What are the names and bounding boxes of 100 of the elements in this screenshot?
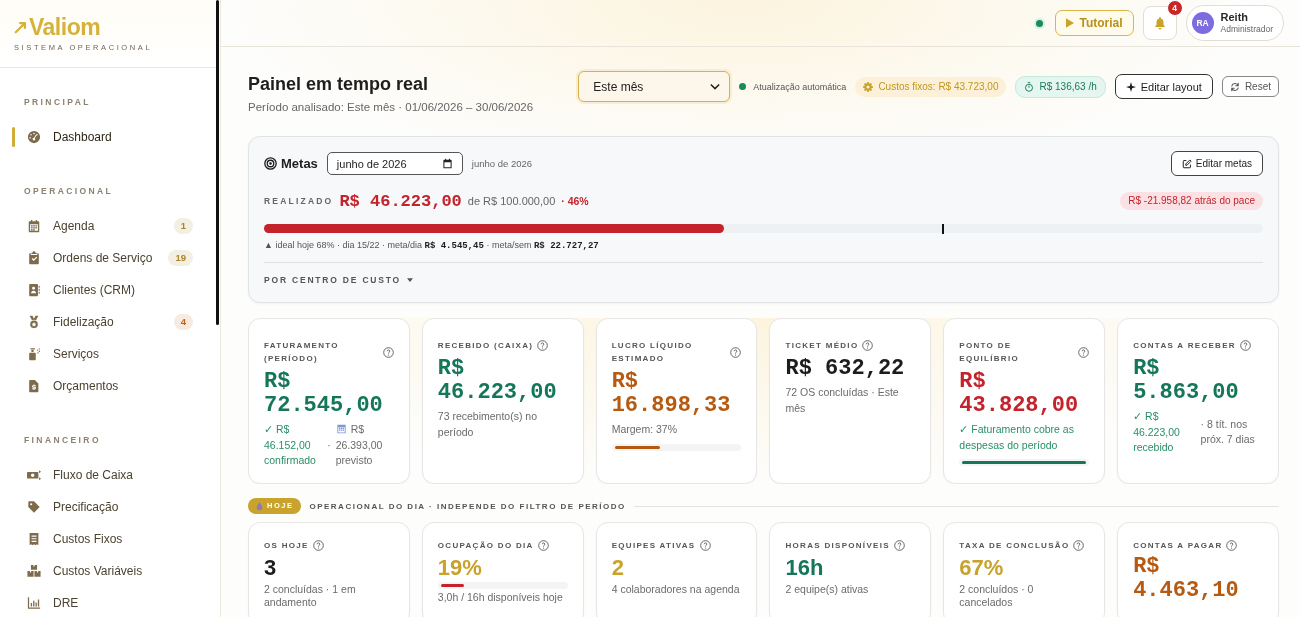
- receipt-icon: [27, 532, 41, 546]
- kpi-value: 19%: [437, 554, 483, 581]
- bell-icon: [1152, 16, 1167, 30]
- nav-item[interactable]: Custos Variáveis: [0, 555, 216, 587]
- kpi-value: R$ 43.828,00: [959, 370, 1080, 418]
- reset-button[interactable]: Reset: [1221, 76, 1279, 97]
- help-icon[interactable]: [312, 540, 324, 551]
- kpi-note: ✓ R$ 46.152,00 confirmado: [264, 422, 317, 468]
- tag-icon: [27, 500, 41, 514]
- nav-section-title: PRINCIPAL: [23, 96, 92, 109]
- calendar-icon: [27, 219, 41, 233]
- dollar-file-icon: [27, 379, 41, 393]
- kpi-label: CONTAS A PAGAR: [1133, 539, 1223, 552]
- scrollbar-thumb[interactable]: [216, 0, 219, 325]
- separator-dot: ·: [327, 437, 331, 453]
- help-icon[interactable]: [862, 340, 874, 351]
- kpi-label: TAXA DE CONCLUSÃO: [959, 539, 1070, 552]
- kpi-note: 2 concluídos · 0 cancelados: [959, 582, 1035, 610]
- count-badge: 19: [168, 250, 193, 266]
- help-icon[interactable]: [730, 346, 742, 358]
- medal-icon: [27, 315, 41, 329]
- kpi-note: 73 recebimento(s) no período: [437, 409, 539, 440]
- kpi-note: 2 equipe(s) ativas: [785, 582, 870, 596]
- avatar: RA: [1191, 12, 1214, 34]
- kpi-label: PONTO DE EQUILÍBRIO: [959, 340, 1020, 365]
- kpi-value: 3: [264, 554, 278, 581]
- boxes-icon: [27, 564, 41, 578]
- gear-icon: [863, 81, 874, 92]
- target-icon: [264, 157, 277, 170]
- page-subtitle: Período analisado: Este mês · 01/06/2026 – 30/06/2026: [248, 100, 534, 115]
- fixed-costs-text: Custos fixos: R$ 43.723,00: [878, 81, 999, 92]
- month-input[interactable]: junho de 2026: [326, 152, 463, 175]
- help-icon[interactable]: [537, 540, 549, 551]
- user-menu-button[interactable]: RA Reith Administrador: [1185, 5, 1284, 41]
- kpi-value: 16h: [785, 554, 825, 581]
- user-name: Reith: [1220, 11, 1249, 23]
- refresh-icon: [1229, 81, 1240, 92]
- nav-item[interactable]: Agenda 1: [0, 210, 216, 242]
- nav-item[interactable]: Clientes (CRM): [0, 274, 216, 306]
- logo-arrow-icon: [14, 20, 28, 34]
- hourly-rate-text: R$ 136,63 /h: [1039, 81, 1097, 92]
- kpi-note: Margem: 37%: [611, 422, 678, 437]
- goal-note: ▲ ideal hoje 68% · dia 15/22 · meta/dia R$ 4.545,45 · meta/sem R$ 22.727,27: [264, 239, 600, 252]
- help-icon[interactable]: [1239, 340, 1251, 351]
- help-icon[interactable]: [1073, 540, 1085, 551]
- notification-count-badge: 4: [1166, 0, 1183, 16]
- contact-card-icon: [27, 283, 41, 297]
- goal-percent: · 46%: [561, 195, 589, 207]
- kpi-note: · 8 tít. nos próx. 7 dias: [1200, 416, 1256, 448]
- auto-update-label: Atualização automática: [753, 81, 847, 92]
- help-icon[interactable]: [699, 540, 711, 551]
- nav-item[interactable]: Precificação: [0, 491, 216, 523]
- realized-label: REALIZADO: [264, 196, 334, 206]
- page-title: Painel em tempo real: [248, 73, 430, 96]
- help-icon[interactable]: [893, 540, 905, 551]
- nav-item[interactable]: Orçamentos: [0, 370, 216, 402]
- kpi-value: R$ 5.863,00: [1133, 357, 1240, 405]
- help-icon[interactable]: [537, 340, 549, 351]
- kpi-value: 67%: [959, 554, 1005, 581]
- kpi-note: 2 concluídas · 1 em andamento: [264, 582, 357, 610]
- kpi-label: HORAS DISPONÍVEIS: [785, 539, 890, 552]
- sparkle-icon: [1125, 81, 1136, 92]
- drop-icon: [256, 501, 263, 511]
- pace-badge: R$ -21.958,82 atrás do pace: [1120, 192, 1263, 210]
- help-icon[interactable]: [1226, 540, 1238, 551]
- nav-item[interactable]: Dashboard: [0, 121, 216, 153]
- kpi-value: R$ 4.463,10: [1133, 554, 1240, 603]
- help-icon[interactable]: [1078, 346, 1090, 358]
- help-icon[interactable]: [382, 346, 394, 358]
- kpi-label: TICKET MÉDIO: [785, 340, 859, 352]
- logo-wordmark: Valiom: [29, 14, 101, 40]
- cash-arrows-icon: [27, 468, 41, 482]
- chevron-down-icon: [710, 83, 721, 90]
- cost-center-toggle[interactable]: POR CENTRO DE CUSTO: [264, 274, 413, 286]
- kpi-label: FATURAMENTO (PERÍODO): [264, 340, 340, 365]
- kpi-note: R$ 26.393,00 previsto: [335, 422, 384, 468]
- goal-target: de R$ 100.000,00: [467, 195, 556, 207]
- nav-item[interactable]: Serviços: [0, 338, 216, 370]
- kpi-value: R$ 632,22: [785, 357, 906, 381]
- edit-layout-button[interactable]: Editar layout: [1114, 74, 1213, 99]
- kpi-value: 2: [611, 554, 625, 581]
- nav-item[interactable]: Fidelização 4: [0, 306, 216, 338]
- nav-item[interactable]: DRE: [0, 587, 216, 617]
- nav-item[interactable]: Fluxo de Caixa: [0, 459, 216, 491]
- notifications-button[interactable]: [1142, 6, 1177, 40]
- calendar-icon: [335, 423, 347, 434]
- stopwatch-icon: [1024, 81, 1035, 92]
- month-label: junho de 2026: [471, 158, 533, 169]
- count-badge: 1: [173, 218, 193, 234]
- kpi-value: R$ 16.898,33: [611, 370, 732, 418]
- nav-item[interactable]: Custos Fixos: [0, 523, 216, 555]
- user-role: Administrador: [1220, 23, 1273, 35]
- goals-title: Metas: [281, 156, 318, 171]
- kpi-label: EQUIPES ATIVAS: [611, 539, 696, 552]
- nav-item[interactable]: Ordens de Serviço 19: [0, 242, 216, 274]
- edit-icon: [1181, 158, 1192, 169]
- calendar-icon: [441, 158, 453, 169]
- period-select[interactable]: Este mês: [578, 71, 731, 102]
- edit-goals-button[interactable]: Editar metas: [1170, 151, 1263, 176]
- play-icon: [1066, 18, 1075, 28]
